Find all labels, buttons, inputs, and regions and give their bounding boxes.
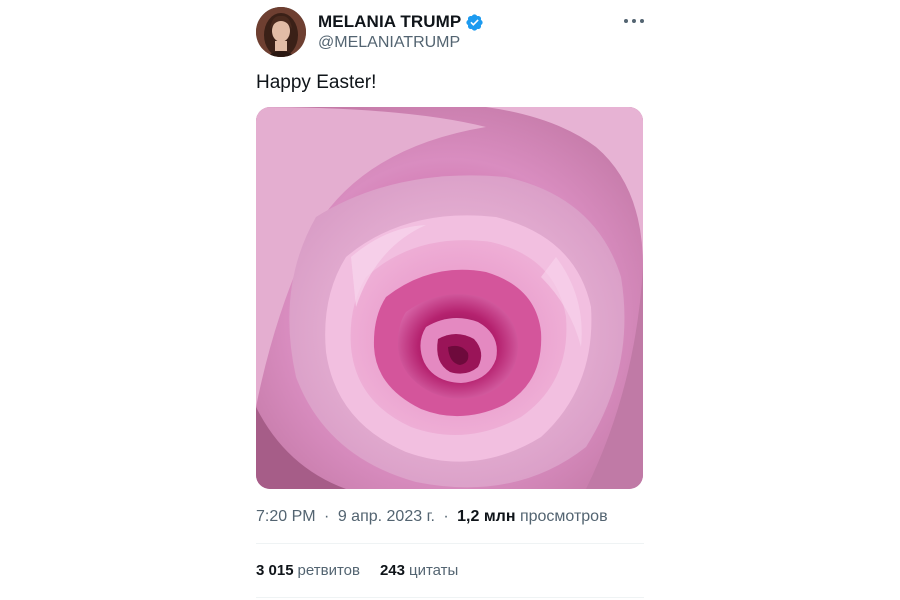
retweets-stat[interactable]: 3 015 ретвитов <box>256 562 360 579</box>
quotes-stat[interactable]: 243 цитаты <box>380 562 458 579</box>
name-row: MELANIA TRUMP <box>318 11 484 33</box>
avatar-photo-icon <box>256 7 306 57</box>
meta-separator: · <box>443 508 449 525</box>
tweet: MELANIA TRUMP @MELANIATRUMP Happy Easter… <box>256 0 644 600</box>
more-options-icon[interactable] <box>624 14 644 28</box>
meta-separator: · <box>324 508 330 525</box>
views-label: просмотров <box>519 508 608 525</box>
tweet-meta: 7:20 PM · 9 апр. 2023 г. · 1,2 млн просм… <box>256 508 608 526</box>
retweets-label: ретвитов <box>297 562 360 579</box>
display-name[interactable]: MELANIA TRUMP <box>318 12 461 32</box>
more-dot <box>624 19 628 23</box>
tweet-time[interactable]: 7:20 PM <box>256 508 316 525</box>
more-dot <box>632 19 636 23</box>
quotes-label: цитаты <box>409 562 459 579</box>
avatar[interactable] <box>256 7 306 57</box>
views-count: 1,2 млн <box>457 508 516 525</box>
quotes-count: 243 <box>379 562 405 579</box>
tweet-text: Happy Easter! <box>256 72 377 93</box>
divider <box>256 543 644 544</box>
tweet-date[interactable]: 9 апр. 2023 г. <box>338 508 435 525</box>
user-handle[interactable]: @MELANIATRUMP <box>318 34 460 52</box>
verified-badge-icon <box>465 13 484 32</box>
more-dot <box>640 19 644 23</box>
tweet-header: MELANIA TRUMP @MELANIATRUMP <box>256 7 644 59</box>
retweets-count: 3 015 <box>256 562 294 579</box>
divider <box>256 597 644 598</box>
tweet-media[interactable] <box>256 107 643 489</box>
rose-photo-icon <box>256 107 643 489</box>
tweet-stats: 3 015 ретвитов 243 цитаты <box>256 562 478 579</box>
